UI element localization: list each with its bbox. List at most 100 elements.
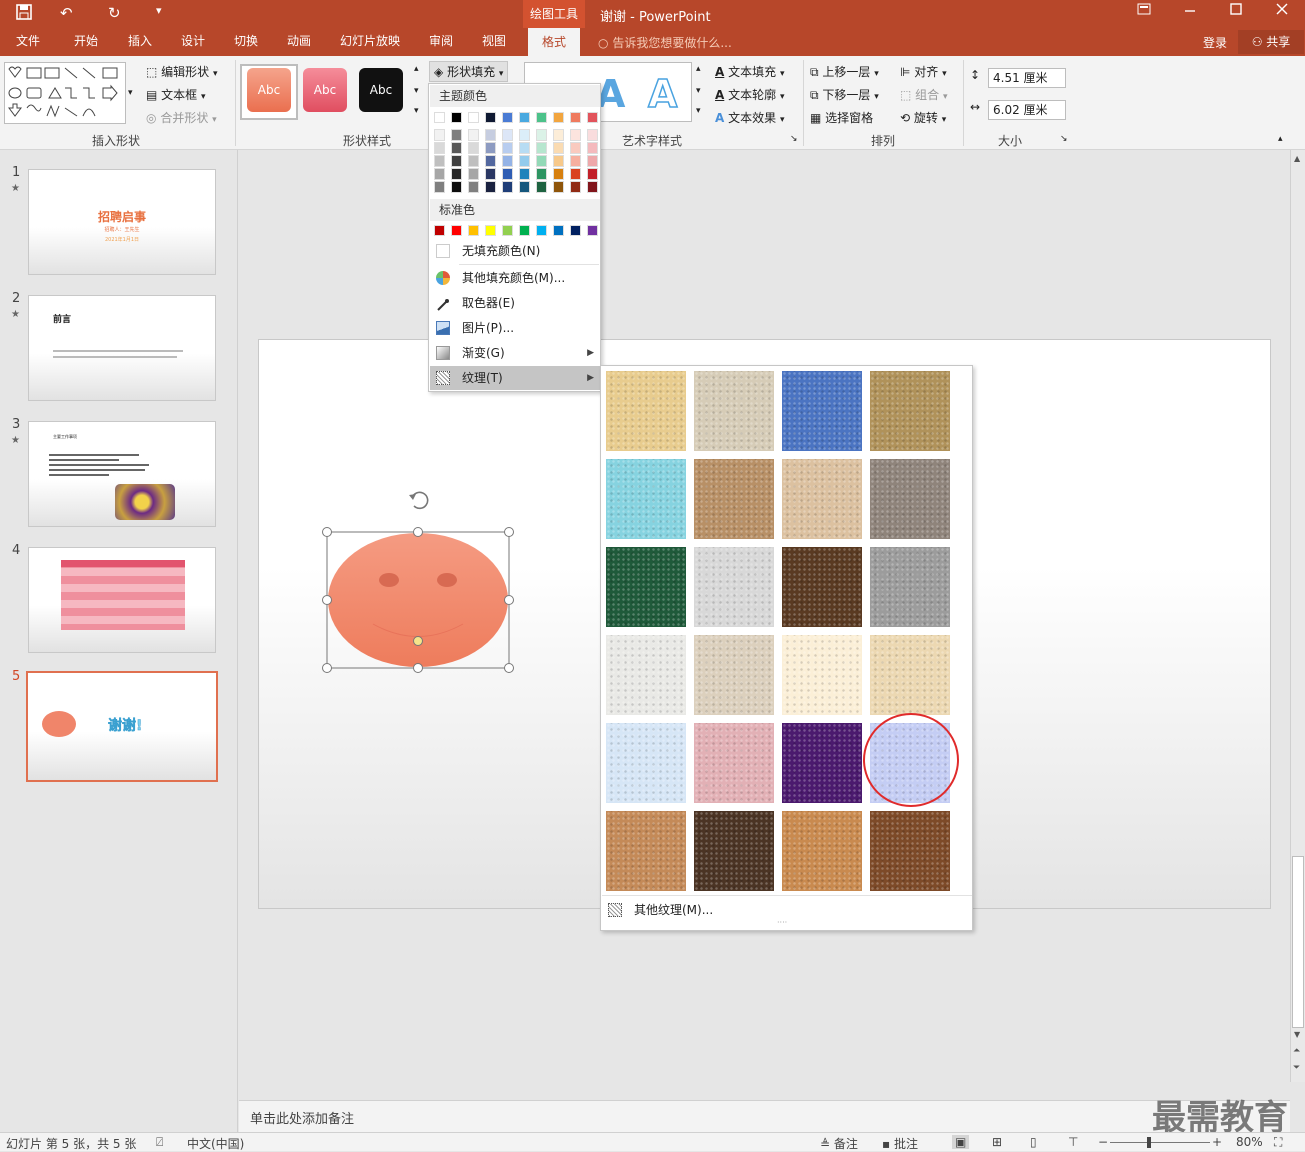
scroll-down-icon[interactable]: ▼	[1294, 1030, 1300, 1039]
slide-thumbnail-2[interactable]: 前言	[28, 295, 216, 401]
zoom-in-icon[interactable]: +	[1212, 1135, 1222, 1149]
gallery-more-icon[interactable]: ▾	[696, 106, 701, 116]
reading-view-icon[interactable]: ▯	[1030, 1135, 1037, 1149]
text-fill-button[interactable]: A 文本填充 ▾	[715, 63, 785, 80]
chevron-up-icon[interactable]: ▴	[696, 64, 701, 74]
texture-swatch[interactable]	[782, 635, 862, 715]
tab-review[interactable]: 审阅	[429, 32, 453, 49]
login-link[interactable]: 登录	[1203, 34, 1227, 51]
shape-fill-button[interactable]: ◈ 形状填充 ▾	[429, 61, 509, 82]
no-fill-item[interactable]: 无填充颜色(N)	[430, 239, 600, 263]
text-effects-button[interactable]: A 文本效果 ▾	[715, 109, 785, 126]
chevron-up-icon[interactable]: ▴	[414, 64, 419, 74]
chevron-down-icon[interactable]: ▾	[696, 86, 701, 96]
texture-swatch[interactable]	[782, 723, 862, 803]
standard-color-swatch[interactable]	[434, 225, 445, 236]
texture-swatch[interactable]	[606, 547, 686, 627]
align-button[interactable]: ⊫ 对齐 ▾	[900, 63, 947, 80]
chevron-down-icon[interactable]: ▾	[414, 86, 419, 96]
bring-forward-button[interactable]: ⧉ 上移一层 ▾	[810, 63, 879, 80]
eyedropper-item[interactable]: 取色器(E)	[430, 291, 600, 315]
minimize-icon[interactable]	[1184, 3, 1196, 19]
standard-color-swatch[interactable]	[502, 225, 513, 236]
text-box-button[interactable]: ▤ 文本框 ▾	[146, 86, 206, 103]
dialog-launcher-icon[interactable]: ↘	[790, 134, 798, 144]
texture-swatch[interactable]	[870, 635, 950, 715]
slideshow-icon[interactable]: ⊤	[1068, 1135, 1078, 1149]
texture-swatch[interactable]	[694, 723, 774, 803]
tab-animations[interactable]: 动画	[287, 32, 311, 49]
scroll-thumb[interactable]	[1292, 856, 1304, 1028]
comments-toggle[interactable]: ▪ 批注	[882, 1135, 918, 1152]
texture-swatch[interactable]	[694, 635, 774, 715]
wordart-style-2[interactable]: A	[647, 71, 678, 117]
shape-style-1[interactable]: Abc	[247, 68, 291, 112]
selection-pane-button[interactable]: ▦ 选择窗格	[810, 109, 873, 126]
texture-fill-item[interactable]: 纹理(T) ▶	[430, 366, 600, 390]
shape-width-input[interactable]: 6.02 厘米	[988, 100, 1066, 120]
standard-color-swatch[interactable]	[519, 225, 530, 236]
gallery-more-icon[interactable]: ▾	[414, 106, 419, 116]
merge-shapes-button[interactable]: ◎ 合并形状 ▾	[146, 109, 217, 126]
more-fill-colors-item[interactable]: 其他填充颜色(M)...	[430, 266, 600, 290]
tab-home[interactable]: 开始	[74, 32, 98, 49]
redo-icon[interactable]: ↻	[108, 4, 121, 22]
texture-swatch[interactable]	[782, 371, 862, 451]
standard-color-swatch[interactable]	[587, 225, 598, 236]
texture-swatch[interactable]	[870, 459, 950, 539]
standard-color-swatch[interactable]	[451, 225, 462, 236]
notes-pane[interactable]: 单击此处添加备注	[239, 1100, 1290, 1132]
tab-slideshow[interactable]: 幻灯片放映	[340, 32, 400, 49]
save-icon[interactable]	[16, 4, 32, 24]
texture-swatch[interactable]	[782, 547, 862, 627]
gradient-fill-item[interactable]: 渐变(G) ▶	[430, 341, 600, 365]
texture-swatch[interactable]	[606, 459, 686, 539]
standard-color-swatch[interactable]	[570, 225, 581, 236]
standard-color-swatch[interactable]	[536, 225, 547, 236]
undo-icon[interactable]: ↶	[60, 4, 73, 22]
texture-swatch[interactable]	[694, 459, 774, 539]
texture-swatch[interactable]	[870, 547, 950, 627]
texture-swatch[interactable]	[870, 371, 950, 451]
zoom-level[interactable]: 80%	[1236, 1135, 1263, 1149]
tab-transitions[interactable]: 切换	[234, 32, 258, 49]
shape-style-3[interactable]: Abc	[359, 68, 403, 112]
tab-format[interactable]: 格式	[528, 28, 580, 56]
shape-style-2[interactable]: Abc	[303, 68, 347, 112]
texture-swatch[interactable]	[782, 811, 862, 891]
collapse-ribbon-icon[interactable]: ▴	[1278, 134, 1283, 144]
language-status[interactable]: 中文(中国)	[187, 1135, 244, 1152]
next-slide-icon[interactable]: ⏷	[1293, 1063, 1300, 1073]
texture-swatch[interactable]	[782, 459, 862, 539]
standard-color-swatch[interactable]	[553, 225, 564, 236]
tab-view[interactable]: 视图	[482, 32, 506, 49]
dialog-launcher-icon[interactable]: ↘	[1060, 134, 1068, 144]
previous-slide-icon[interactable]: ⏶	[1293, 1046, 1300, 1056]
texture-swatch[interactable]	[694, 371, 774, 451]
slide-thumbnail-1[interactable]: 招聘启事 招聘人：王先生 2021年1月1日	[28, 169, 216, 275]
zoom-slider-track[interactable]	[1110, 1142, 1210, 1143]
rotate-button[interactable]: ⟲ 旋转 ▾	[900, 109, 946, 126]
slide-thumbnail-3[interactable]: 主要工作事项	[28, 421, 216, 527]
tab-insert[interactable]: 插入	[128, 32, 152, 49]
slide-thumbnail-4[interactable]	[28, 547, 216, 653]
scroll-up-icon[interactable]: ▲	[1294, 154, 1300, 163]
zoom-slider-thumb[interactable]	[1147, 1137, 1151, 1148]
texture-swatch[interactable]	[694, 547, 774, 627]
share-button[interactable]: ⚇ 共享	[1238, 30, 1304, 54]
ribbon-display-icon[interactable]	[1137, 3, 1151, 19]
fit-slide-icon[interactable]: ⛶	[1274, 1135, 1282, 1150]
vertical-scrollbar[interactable]: ▲ ▼ ⏶ ⏷	[1290, 150, 1305, 1082]
texture-swatch[interactable]	[870, 811, 950, 891]
tab-file[interactable]: 文件	[16, 32, 40, 49]
texture-swatch[interactable]	[606, 371, 686, 451]
tab-design[interactable]: 设计	[181, 32, 205, 49]
slide-sorter-icon[interactable]: ⊞	[992, 1135, 1002, 1149]
shape-gallery[interactable]	[4, 62, 126, 124]
notes-toggle[interactable]: ≜ 备注	[820, 1135, 858, 1152]
shape-height-input[interactable]: 4.51 厘米	[988, 68, 1066, 88]
close-icon[interactable]	[1276, 3, 1288, 19]
zoom-out-icon[interactable]: −	[1098, 1135, 1108, 1149]
normal-view-icon[interactable]: ▣	[952, 1135, 970, 1149]
group-button[interactable]: ⬚ 组合 ▾	[900, 86, 948, 103]
